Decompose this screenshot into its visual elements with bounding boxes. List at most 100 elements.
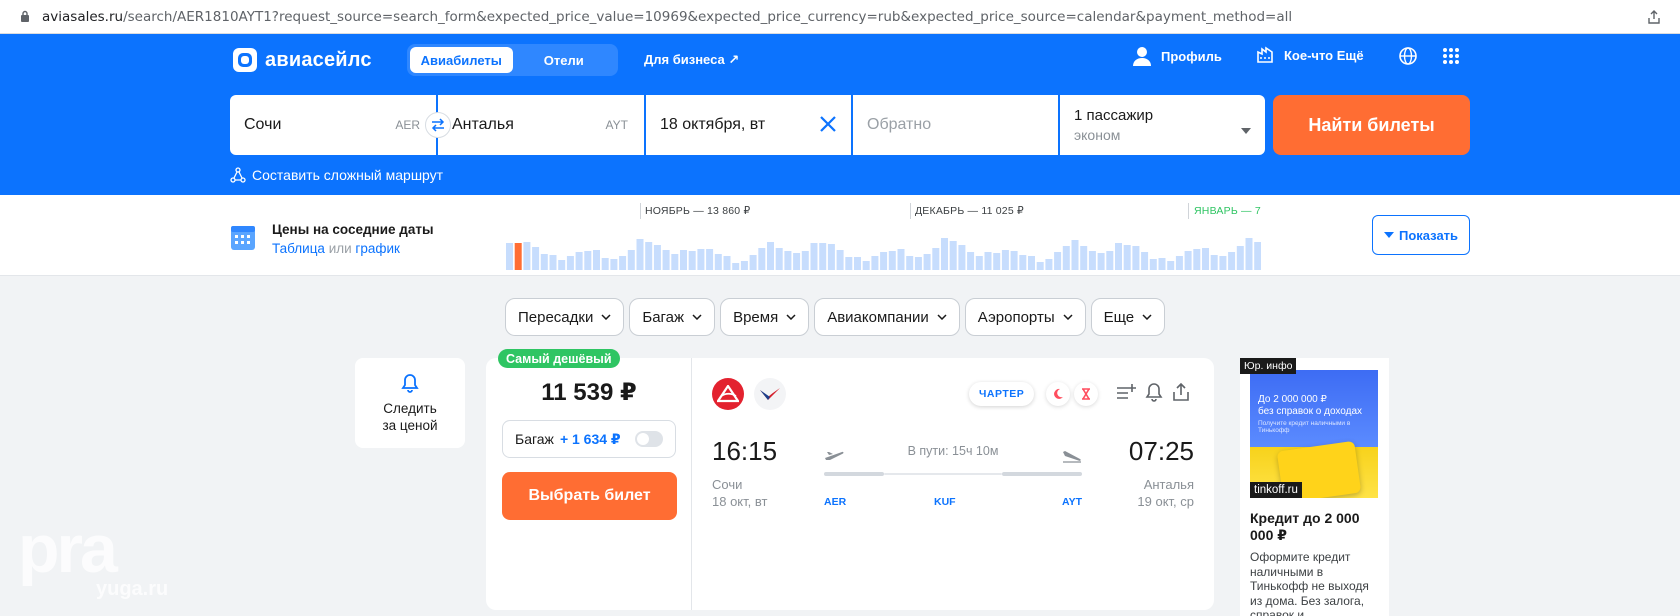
- price-bar[interactable]: [1175, 256, 1183, 270]
- price-bar[interactable]: [601, 258, 609, 270]
- price-bar[interactable]: [1097, 253, 1105, 270]
- price-bar[interactable]: [671, 254, 679, 270]
- destination-field[interactable]: Анталья AYT: [438, 95, 644, 155]
- price-bar[interactable]: [549, 255, 557, 270]
- share-icon[interactable]: [1646, 9, 1662, 25]
- price-bar[interactable]: [1254, 242, 1261, 270]
- price-bar[interactable]: [854, 257, 861, 270]
- price-bar[interactable]: [888, 251, 896, 270]
- filter-airlines[interactable]: Авиакомпании: [814, 298, 960, 336]
- price-bar[interactable]: [697, 249, 705, 270]
- price-bar[interactable]: [862, 261, 870, 270]
- more-button[interactable]: Кое-что Ещё: [1256, 46, 1364, 64]
- month-label-january[interactable]: ЯНВАРЬ — 7: [1194, 205, 1261, 217]
- price-bar[interactable]: [1132, 246, 1140, 270]
- price-bar[interactable]: [740, 261, 748, 270]
- price-bar[interactable]: [1236, 246, 1244, 270]
- return-date-field[interactable]: Обратно: [853, 95, 1058, 155]
- price-bar[interactable]: [619, 256, 627, 270]
- price-bar[interactable]: [1245, 238, 1253, 270]
- price-bar[interactable]: [610, 259, 618, 270]
- price-bar[interactable]: [1141, 252, 1149, 270]
- select-ticket-button[interactable]: Выбрать билет: [502, 472, 677, 520]
- ad-banner[interactable]: Юр. инфо До 2 000 000 ₽ без справок о до…: [1240, 358, 1389, 616]
- month-label-november[interactable]: НОЯБРЬ — 13 860 ₽: [645, 205, 750, 217]
- price-bar[interactable]: [1193, 249, 1201, 270]
- add-to-list-icon[interactable]: [1116, 382, 1136, 402]
- price-bar[interactable]: [1088, 251, 1096, 270]
- price-bar[interactable]: [793, 253, 801, 270]
- price-bar[interactable]: [680, 250, 687, 270]
- tab-flights[interactable]: Авиабилеты: [410, 47, 513, 73]
- price-bar[interactable]: [506, 243, 513, 270]
- price-bar[interactable]: [1010, 251, 1018, 270]
- price-bar[interactable]: [871, 256, 879, 270]
- price-bar[interactable]: [1036, 262, 1044, 270]
- chart-link[interactable]: график: [355, 241, 400, 256]
- price-bar[interactable]: [914, 257, 922, 270]
- price-bar[interactable]: [723, 256, 731, 270]
- price-bar[interactable]: [688, 251, 696, 270]
- price-bar[interactable]: [558, 260, 566, 270]
- bell-icon[interactable]: [1145, 382, 1163, 402]
- price-bar[interactable]: [880, 252, 888, 270]
- follow-price-button[interactable]: Следить за ценой: [355, 358, 465, 448]
- price-bar[interactable]: [1210, 255, 1218, 270]
- price-bar[interactable]: [532, 247, 540, 270]
- price-bar[interactable]: [1071, 240, 1079, 270]
- price-bar[interactable]: [984, 252, 992, 270]
- price-bar[interactable]: [1158, 258, 1166, 270]
- price-bar[interactable]: [767, 242, 774, 270]
- price-bar[interactable]: [932, 248, 940, 270]
- table-link[interactable]: Таблица: [272, 241, 325, 256]
- price-bar[interactable]: [845, 257, 853, 270]
- price-bar[interactable]: [714, 254, 722, 270]
- browser-url-bar[interactable]: aviasales.ru/search/AER1810AYT1?request_…: [0, 0, 1680, 34]
- price-bar[interactable]: [1115, 243, 1122, 270]
- price-bar[interactable]: [1045, 259, 1053, 270]
- price-bar[interactable]: [706, 249, 714, 270]
- profile-button[interactable]: Профиль: [1133, 46, 1222, 66]
- show-calendar-button[interactable]: Показать: [1372, 215, 1470, 255]
- price-bar[interactable]: [1167, 261, 1175, 270]
- filter-baggage[interactable]: Багаж: [629, 298, 716, 336]
- filter-time[interactable]: Время: [720, 298, 810, 336]
- origin-field[interactable]: Сочи AER: [230, 95, 436, 155]
- legal-info-tag[interactable]: Юр. инфо: [1240, 358, 1297, 374]
- logo[interactable]: авиасейлс: [231, 46, 372, 74]
- price-bar[interactable]: [627, 250, 635, 270]
- price-bar[interactable]: [523, 242, 531, 270]
- price-bar[interactable]: [749, 255, 757, 270]
- price-bar[interactable]: [801, 251, 809, 270]
- price-bar[interactable]: [967, 252, 975, 270]
- filter-airports[interactable]: Аэропорты: [964, 298, 1086, 336]
- price-bar[interactable]: [540, 254, 548, 270]
- price-bar[interactable]: [975, 256, 983, 270]
- price-bar[interactable]: [575, 252, 583, 270]
- price-bar[interactable]: [836, 250, 844, 270]
- complex-route-link[interactable]: Составить сложный маршрут: [230, 167, 443, 183]
- price-bar[interactable]: [566, 256, 574, 270]
- price-bar[interactable]: [906, 256, 914, 270]
- price-bar[interactable]: [1123, 245, 1131, 270]
- filter-transfers[interactable]: Пересадки: [505, 298, 625, 336]
- url-text[interactable]: aviasales.ru/search/AER1810AYT1?request_…: [42, 9, 1636, 25]
- price-bar[interactable]: [1149, 259, 1157, 270]
- price-bar[interactable]: [958, 245, 966, 270]
- price-bar[interactable]: [1019, 255, 1027, 270]
- apps-button[interactable]: [1443, 48, 1469, 64]
- price-bar[interactable]: [1054, 252, 1062, 270]
- find-tickets-button[interactable]: Найти билеты: [1273, 95, 1470, 155]
- price-bar[interactable]: [645, 242, 653, 270]
- price-bar[interactable]: [1202, 248, 1209, 270]
- business-link[interactable]: Для бизнеса ↗: [644, 52, 739, 68]
- price-bar[interactable]: [941, 238, 948, 270]
- ad-image[interactable]: До 2 000 000 ₽ без справок о доходах Пол…: [1250, 370, 1378, 498]
- price-bar[interactable]: [653, 245, 661, 270]
- price-bar[interactable]: [810, 243, 818, 270]
- price-bar[interactable]: [636, 239, 644, 270]
- price-bar[interactable]: [1062, 246, 1070, 270]
- price-bar[interactable]: [662, 250, 670, 270]
- price-bar[interactable]: [1228, 252, 1236, 270]
- swap-button[interactable]: [425, 112, 451, 138]
